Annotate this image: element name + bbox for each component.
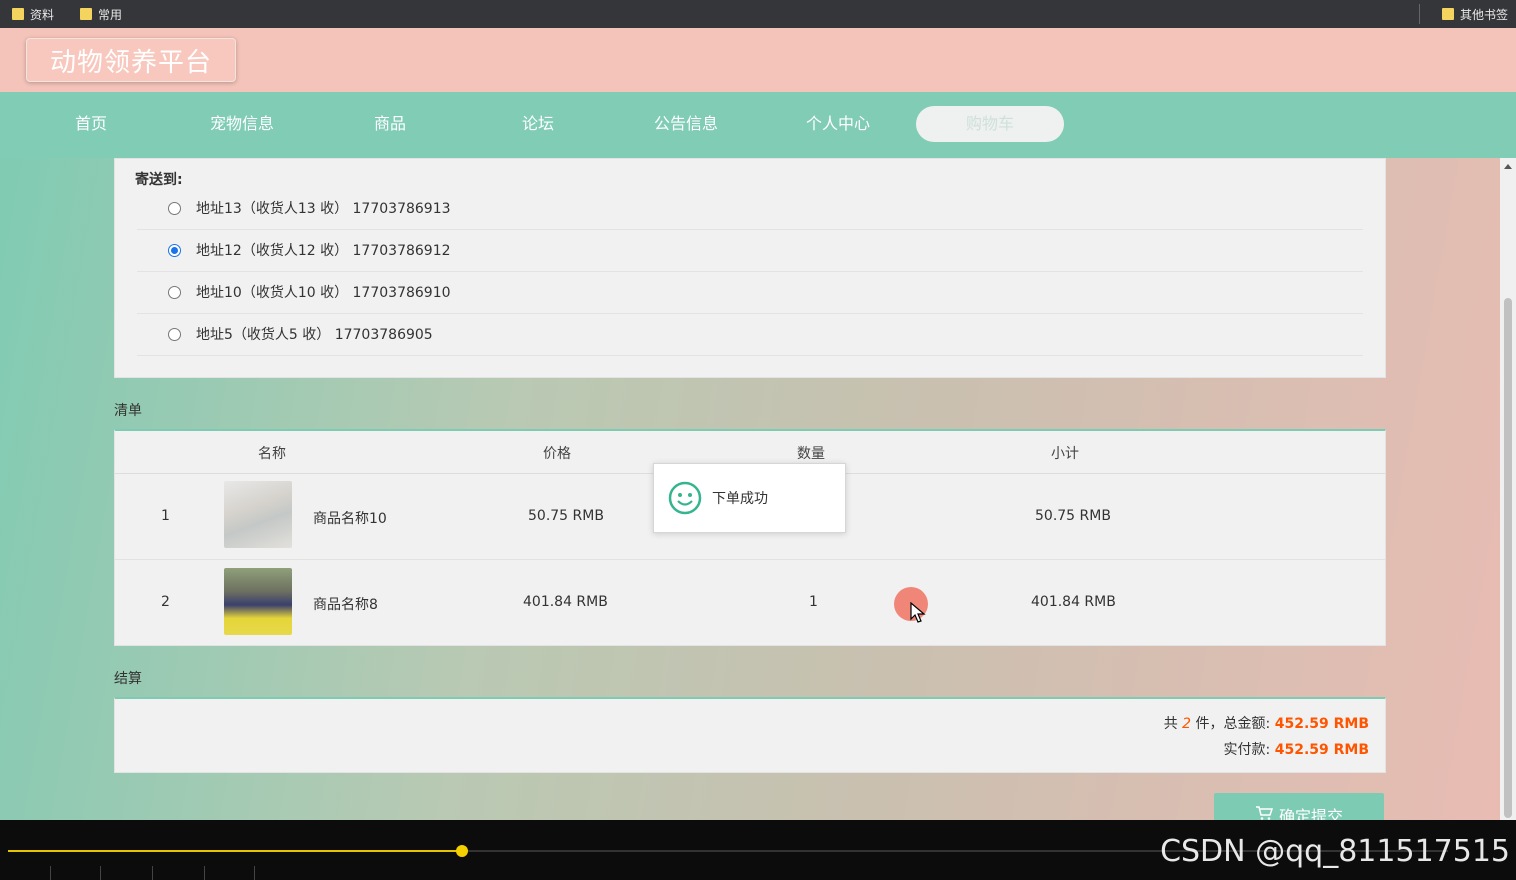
product-subtotal: 401.84 RMB [1031,594,1116,610]
site-header: 动物领养平台 [0,28,1516,92]
paid-amount: 452.59 RMB [1274,742,1369,758]
product-image[interactable] [224,481,292,548]
submit-label: 确定提交 [1278,807,1343,820]
divider [50,866,51,880]
order-list-title: 清单 [114,403,142,419]
table-row: 2 商品名称8 401.84 RMB 1 401.84 RMB [115,559,1385,645]
total-amount: 452.59 RMB [1274,716,1369,732]
bookmarks-bar: 资料 常用 其他书签 [0,0,1516,28]
column-header-subtotal: 小计 [1051,446,1079,462]
order-list-table: 名称 价格 数量 小计 1 商品名称10 50.75 RMB 1 50.75 R… [114,429,1386,646]
settlement-title: 结算 [114,671,142,687]
item-count: 2 [1182,716,1192,732]
product-price: 50.75 RMB [528,508,604,524]
address-option[interactable]: 地址13（收货人13 收） 17703786913 [137,187,1363,230]
cart-icon [1255,806,1273,820]
vertical-scrollbar[interactable] [1500,158,1516,820]
bookmark-label: 资料 [30,7,55,22]
scrollbar-thumb[interactable] [1504,298,1512,818]
nav-cart[interactable]: 购物车 [916,106,1064,142]
address-text: 地址5（收货人5 收） 17703786905 [196,327,433,343]
total-summary: 共 2 件，总金额: 452.59 RMB [1164,713,1369,733]
product-qty: 1 [809,594,818,610]
mouse-cursor-icon [910,602,926,623]
count-suffix: 件，总金额: [1195,716,1271,732]
bookmark-folder[interactable]: 常用 [80,0,122,28]
address-radio-selected[interactable] [168,243,181,257]
address-text: 地址12（收货人12 收） 17703786912 [196,243,451,259]
folder-icon [12,8,24,20]
row-index: 2 [161,594,170,610]
watermark: CSDN @qq_811517515 [1160,834,1510,869]
product-price: 401.84 RMB [523,594,608,610]
folder-icon [1441,8,1454,20]
site-logo[interactable]: 动物领养平台 [26,38,236,82]
product-image[interactable] [224,568,292,635]
nav-forum[interactable]: 论坛 [464,106,612,142]
address-option[interactable]: 地址10（收货人10 收） 17703786910 [137,271,1363,314]
address-radio[interactable] [168,285,181,299]
bookmark-label: 常用 [98,7,123,22]
nav-pets[interactable]: 宠物信息 [168,106,316,142]
column-header-price: 价格 [543,446,571,462]
paid-summary: 实付款: 452.59 RMB [1224,739,1369,759]
success-toast: 下单成功 [653,463,846,533]
toast-message: 下单成功 [712,491,768,507]
nav-profile[interactable]: 个人中心 [764,106,912,142]
address-text: 地址10（收货人10 收） 17703786910 [196,285,451,301]
nav-products[interactable]: 商品 [316,106,464,142]
video-player-bar: CSDN @qq_811517515 [0,820,1516,880]
product-name[interactable]: 商品名称8 [313,594,378,614]
seek-knob[interactable] [455,845,468,857]
paid-label: 实付款: [1223,742,1271,758]
bookmark-folder[interactable]: 资料 [12,0,54,28]
nav-home[interactable]: 首页 [17,106,165,142]
address-radio[interactable] [168,327,181,341]
address-radio[interactable] [168,201,181,215]
row-index: 1 [161,508,170,524]
column-header-qty: 数量 [797,446,825,462]
address-text: 地址13（收货人13 收） 17703786913 [196,201,451,217]
column-header-name: 名称 [258,446,286,462]
main-nav: 首页 宠物信息 商品 论坛 公告信息 个人中心 购物车 [0,92,1516,158]
divider [1419,4,1420,24]
submit-order-button[interactable]: 确定提交 [1214,793,1384,820]
page: 动物领养平台 首页 宠物信息 商品 论坛 公告信息 个人中心 购物车 寄送到: … [0,28,1516,820]
address-option[interactable]: 地址12（收货人12 收） 17703786912 [137,229,1363,272]
scroll-up-icon[interactable] [1504,164,1512,169]
nav-announcements[interactable]: 公告信息 [612,106,760,142]
bookmark-label: 其他书签 [1459,7,1508,22]
divider [204,866,205,880]
count-prefix: 共 [1163,716,1178,732]
divider [152,866,153,880]
shipping-title: 寄送到: [135,172,183,188]
settlement-card: 共 2 件，总金额: 452.59 RMB 实付款: 452.59 RMB [114,697,1386,773]
seek-progress [8,850,462,852]
folder-icon [80,8,92,20]
divider [100,866,101,880]
shipping-address-card: 寄送到: 地址13（收货人13 收） 17703786913 地址12（收货人1… [114,158,1386,378]
smile-icon [668,481,702,515]
address-option[interactable]: 地址5（收货人5 收） 17703786905 [137,313,1363,356]
divider [254,866,255,880]
other-bookmarks[interactable]: 其他书签 [1441,0,1508,28]
product-subtotal: 50.75 RMB [1035,508,1111,524]
product-name[interactable]: 商品名称10 [313,508,387,528]
